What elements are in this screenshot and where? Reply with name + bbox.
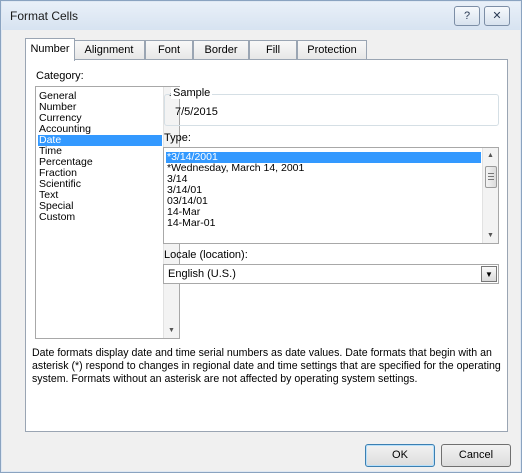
- category-item[interactable]: Custom: [38, 212, 162, 223]
- number-tab-panel: Category: General Number Currency Accountin…: [25, 59, 508, 432]
- type-item[interactable]: *Wednesday, March 14, 2001: [166, 163, 481, 174]
- tab-font[interactable]: Font: [145, 40, 193, 60]
- type-scroll-thumb[interactable]: [485, 166, 497, 188]
- locale-label: Locale (location):: [164, 249, 248, 261]
- locale-select[interactable]: English (U.S.) ▼: [163, 264, 499, 284]
- category-label: Category:: [36, 70, 84, 82]
- sample-value: 7/5/2015: [175, 106, 218, 118]
- tab-alignment[interactable]: Alignment: [73, 40, 145, 60]
- type-scroll-up-arrow-icon[interactable]: ▲: [483, 148, 498, 163]
- category-list[interactable]: General Number Currency Accounting Date Time P…: [35, 86, 180, 339]
- type-item[interactable]: 3/14: [166, 174, 481, 185]
- dialog-title: Format Cells: [10, 9, 79, 23]
- format-cells-dialog: Format Cells ? ✕ Number Alignment Font B…: [0, 0, 522, 473]
- tab-fill[interactable]: Fill: [249, 40, 297, 60]
- title-bar[interactable]: Format Cells ? ✕: [2, 2, 520, 30]
- close-button[interactable]: ✕: [484, 6, 510, 26]
- format-description: Date formats display date and time seria…: [32, 347, 501, 385]
- close-icon: ✕: [492, 10, 502, 22]
- type-scroll-down-arrow-icon[interactable]: ▼: [483, 228, 498, 243]
- tab-protection[interactable]: Protection: [297, 40, 367, 60]
- type-item[interactable]: 3/14/01: [166, 185, 481, 196]
- type-item[interactable]: 03/14/01: [166, 196, 481, 207]
- help-button[interactable]: ?: [454, 6, 480, 26]
- sample-group: Sample 7/5/2015: [164, 87, 499, 126]
- type-list[interactable]: *3/14/2001 *Wednesday, March 14, 2001 3/14…: [163, 147, 499, 244]
- type-scrollbar[interactable]: ▲ ▼: [482, 148, 498, 243]
- sample-label: Sample: [171, 87, 213, 99]
- type-label: Type:: [164, 132, 191, 144]
- dropdown-arrow-icon[interactable]: ▼: [481, 266, 497, 282]
- cancel-button[interactable]: Cancel: [441, 444, 511, 467]
- help-icon: ?: [463, 10, 471, 22]
- locale-value: English (U.S.): [168, 268, 236, 280]
- tab-number[interactable]: Number: [25, 38, 75, 61]
- type-item[interactable]: 14-Mar-01: [166, 218, 481, 229]
- tab-border[interactable]: Border: [193, 40, 249, 60]
- ok-button[interactable]: OK: [365, 444, 435, 467]
- scroll-down-arrow-icon[interactable]: ▼: [164, 323, 179, 338]
